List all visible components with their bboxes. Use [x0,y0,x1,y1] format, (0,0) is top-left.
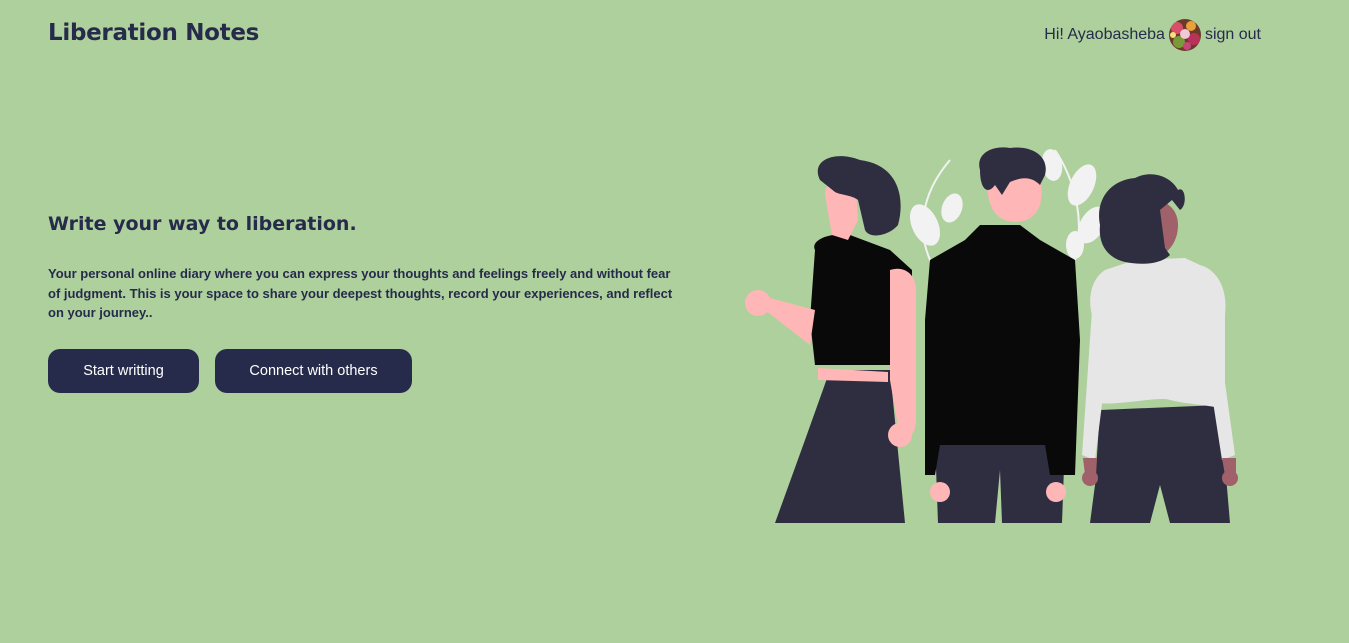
sign-out-link[interactable]: sign out [1205,26,1261,44]
greeting-text: Hi! Ayaobasheba [1044,26,1165,43]
person-right [1082,174,1238,523]
landing-page: Liberation Notes Hi! Ayaobasheba sign ou… [0,0,1349,643]
user-menu: Hi! Ayaobasheba sign out [1044,19,1261,51]
person-left [745,156,917,523]
hero-description: Your personal online diary where you can… [48,266,673,320]
hero-title: Write your way to liberation. [48,213,357,235]
user-avatar-icon[interactable] [1168,19,1201,51]
brand-logo[interactable]: Liberation Notes [48,20,259,46]
connect-with-others-button[interactable]: Connect with others [215,349,412,393]
start-writing-button[interactable]: Start writting [48,349,199,393]
people-illustration [745,147,1238,523]
